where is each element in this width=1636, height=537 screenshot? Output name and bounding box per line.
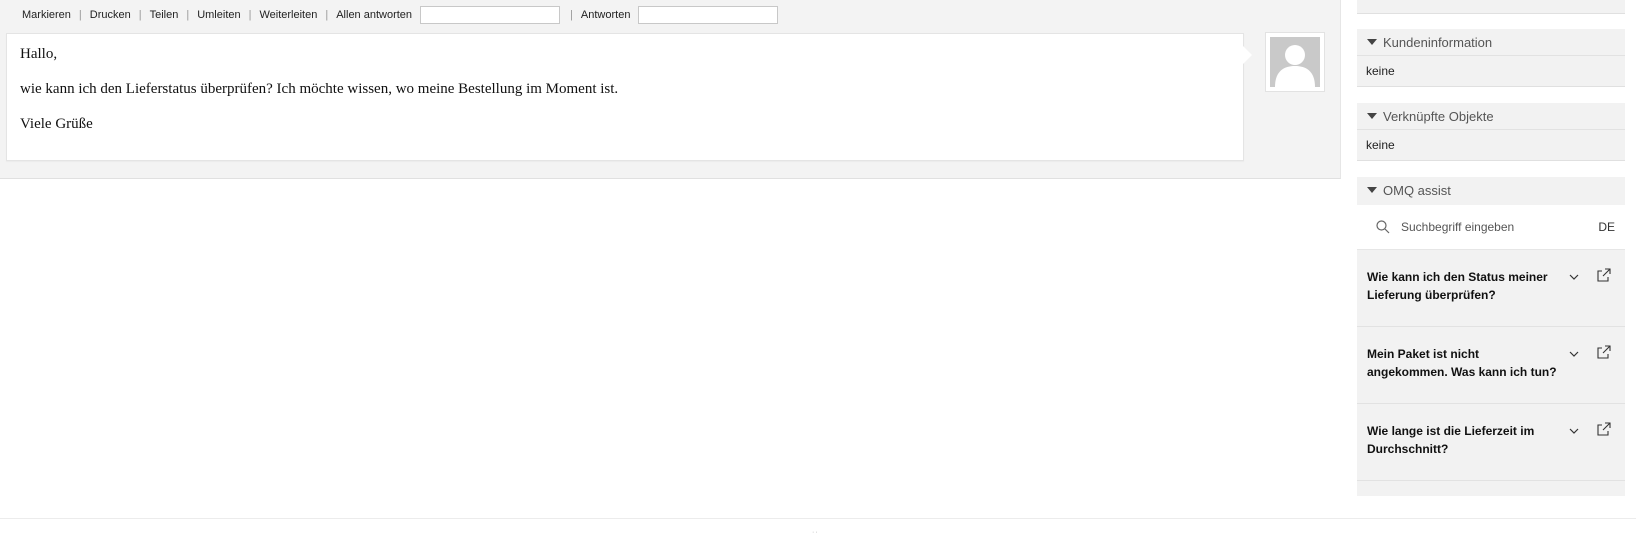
- omq-assist-title: OMQ assist: [1383, 182, 1451, 198]
- reply-all-select[interactable]: [420, 6, 561, 24]
- linked-objects-header[interactable]: Verknüpfte Objekte: [1357, 103, 1625, 130]
- linked-objects-value: keine: [1366, 138, 1395, 152]
- omq-assist-header[interactable]: OMQ assist: [1357, 177, 1625, 203]
- mark-link[interactable]: Markieren: [22, 9, 71, 21]
- language-selector[interactable]: DE: [1598, 220, 1615, 234]
- ticket-panel: Markieren | Drucken | Teilen | Umleiten …: [0, 0, 1341, 179]
- omq-search-bar: DE: [1357, 205, 1625, 250]
- toolbar-separator: |: [325, 9, 329, 21]
- sender-avatar: [1265, 32, 1325, 92]
- message-closing: Viele Grüße: [20, 116, 93, 132]
- toolbar-separator: |: [138, 9, 142, 21]
- external-link-icon[interactable]: [1597, 268, 1611, 282]
- toolbar-separator: |: [78, 9, 82, 21]
- faq-item[interactable]: Mein Paket ist nicht angekommen. Was kan…: [1357, 327, 1625, 404]
- chevron-down-icon[interactable]: [1568, 272, 1580, 282]
- reply-select[interactable]: [638, 6, 779, 24]
- message-toolbar: Markieren | Drucken | Teilen | Umleiten …: [22, 5, 779, 25]
- message-body: wie kann ich den Lieferstatus überprüfen…: [20, 81, 619, 97]
- faq-item[interactable]: Wie lange ist die Lieferzeit im Durchsch…: [1357, 404, 1625, 481]
- reply-all-link[interactable]: Allen antworten: [336, 9, 412, 21]
- faq-question[interactable]: Mein Paket ist nicht angekommen. Was kan…: [1367, 345, 1562, 381]
- faq-item[interactable]: Wie kann ich den Status meiner Lieferung…: [1357, 250, 1625, 327]
- search-icon: [1376, 220, 1390, 234]
- omq-search-input[interactable]: [1399, 219, 1583, 235]
- chevron-down-icon[interactable]: [1568, 349, 1580, 359]
- external-link-icon[interactable]: [1597, 345, 1611, 359]
- sidebar-top-widget: [1357, 0, 1625, 14]
- forward-link[interactable]: Weiterleiten: [259, 9, 317, 21]
- customer-info-value: keine: [1366, 64, 1395, 78]
- external-link-icon[interactable]: [1597, 422, 1611, 436]
- toolbar-separator: |: [248, 9, 252, 21]
- customer-info-widget: Kundeninformation keine: [1357, 29, 1625, 87]
- print-link[interactable]: Drucken: [90, 9, 131, 21]
- toolbar-separator: |: [570, 9, 573, 21]
- omq-assist-widget: OMQ assist DE Wie kann ich den Status me…: [1357, 177, 1625, 496]
- linked-objects-title: Verknüpfte Objekte: [1383, 108, 1494, 124]
- linked-objects-widget: Verknüpfte Objekte keine: [1357, 103, 1625, 161]
- share-link[interactable]: Teilen: [150, 9, 179, 21]
- caret-down-icon: [1367, 187, 1377, 193]
- faq-question[interactable]: Wie lange ist die Lieferzeit im Durchsch…: [1367, 422, 1562, 458]
- customer-info-header[interactable]: Kundeninformation: [1357, 29, 1625, 56]
- caret-down-icon: [1367, 39, 1377, 45]
- panel-divider: [0, 518, 1636, 519]
- faq-question[interactable]: Wie kann ich den Status meiner Lieferung…: [1367, 268, 1562, 304]
- caret-down-icon: [1367, 113, 1377, 119]
- resize-handle[interactable]: ··: [812, 529, 819, 536]
- avatar-placeholder-icon: [1270, 37, 1320, 87]
- toolbar-separator: |: [186, 9, 190, 21]
- reply-link[interactable]: Antworten: [581, 9, 631, 21]
- customer-info-title: Kundeninformation: [1383, 34, 1493, 50]
- chevron-down-icon[interactable]: [1568, 426, 1580, 436]
- message-greeting: Hallo,: [20, 46, 58, 62]
- redirect-link[interactable]: Umleiten: [197, 9, 240, 21]
- message-bubble: Hallo, wie kann ich den Lieferstatus übe…: [6, 33, 1252, 161]
